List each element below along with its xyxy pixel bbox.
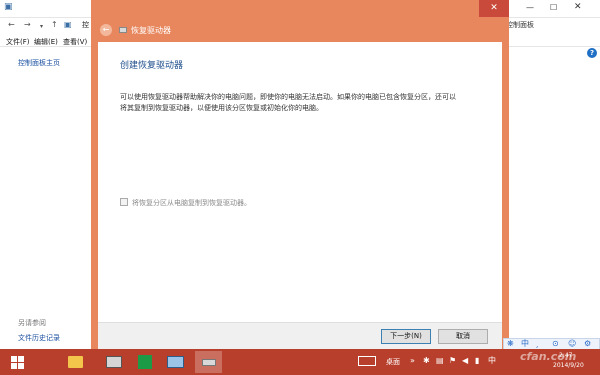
maximize-button[interactable]: ☐ <box>550 3 557 12</box>
control-panel-breadcrumb-icon: ▣ <box>64 20 72 29</box>
up-arrow-icon[interactable]: ↑ <box>51 20 58 30</box>
store-icon[interactable] <box>132 351 159 373</box>
sidebar-item-file-history[interactable]: 文件历史记录 <box>18 333 60 343</box>
recovery-drive-taskbar-icon[interactable] <box>195 351 222 373</box>
keyboard-icon[interactable] <box>358 356 376 366</box>
recovery-drive-wizard: ← 恢复驱动器 ✕ 创建恢复驱动器 可以使用恢复驱动器帮助解决你的电脑问题，即使… <box>91 0 509 352</box>
tray-expand-icon[interactable]: » <box>410 356 415 366</box>
back-button[interactable]: ← <box>100 24 112 36</box>
address-bar-path[interactable]: 控 <box>82 20 89 30</box>
close-button[interactable]: ✕ <box>574 2 582 12</box>
menu-view[interactable]: 查看(V) <box>63 37 87 47</box>
control-panel-icon: ▣ <box>4 2 13 12</box>
wizard-titlebar: ← 恢复驱动器 ✕ <box>91 0 509 42</box>
desktop-toolbar-label[interactable]: 桌面 <box>386 357 400 367</box>
wizard-content: 创建恢复驱动器 可以使用恢复驱动器帮助解决你的电脑问题，即使你的电脑无法启动。如… <box>98 42 502 350</box>
cancel-button[interactable]: 取消 <box>438 329 488 344</box>
control-panel-taskbar-icon[interactable] <box>162 351 189 373</box>
flag-icon[interactable]: ⚑ <box>449 356 456 366</box>
minimize-button[interactable]: — <box>526 3 534 12</box>
menu-edit[interactable]: 编辑(E) <box>34 37 58 47</box>
menu-file[interactable]: 文件(F) <box>6 37 30 47</box>
wizard-heading: 创建恢复驱动器 <box>120 61 184 71</box>
bluetooth-icon[interactable]: ✱ <box>423 356 430 366</box>
start-icon[interactable] <box>3 351 30 373</box>
sidebar-item-control-panel-home[interactable]: 控制面板主页 <box>18 58 60 68</box>
copy-partition-checkbox[interactable] <box>120 198 128 206</box>
drive-icon <box>119 27 127 33</box>
clock-time[interactable]: 2:47 <box>559 352 572 359</box>
ime-tray-icon[interactable]: 中 <box>488 356 496 366</box>
see-also-heading: 另请参阅 <box>18 319 46 327</box>
forward-arrow-icon[interactable]: → <box>24 20 31 30</box>
wizard-description: 可以使用恢复驱动器帮助解决你的电脑问题，即使你的电脑无法启动。如果你的电脑已包含… <box>120 93 456 112</box>
recent-locations-chevron-icon[interactable]: ▾ <box>40 22 43 32</box>
next-button[interactable]: 下一步(N) <box>381 329 431 344</box>
network-icon[interactable]: ▤ <box>436 356 444 366</box>
wizard-footer: 下一步(N) 取消 <box>98 322 502 350</box>
back-arrow-icon[interactable]: ← <box>8 20 15 30</box>
copy-partition-label: 将恢复分区从电脑复制到恢复驱动器。 <box>132 199 251 207</box>
clock-date[interactable]: 2014/9/20 <box>553 362 584 369</box>
signal-icon[interactable]: ▮ <box>475 356 479 366</box>
wizard-close-button[interactable]: ✕ <box>479 0 509 17</box>
taskbar <box>0 349 600 375</box>
window-controls: — ☐ ✕ <box>520 0 600 18</box>
help-icon[interactable]: ? <box>587 48 597 58</box>
volume-icon[interactable]: ◀ <box>462 356 468 366</box>
wizard-title: 恢复驱动器 <box>131 26 171 35</box>
file-explorer-icon[interactable] <box>62 351 89 373</box>
mobile-device-icon[interactable] <box>100 351 127 373</box>
search-box-placeholder: 控制面板 <box>506 21 534 29</box>
